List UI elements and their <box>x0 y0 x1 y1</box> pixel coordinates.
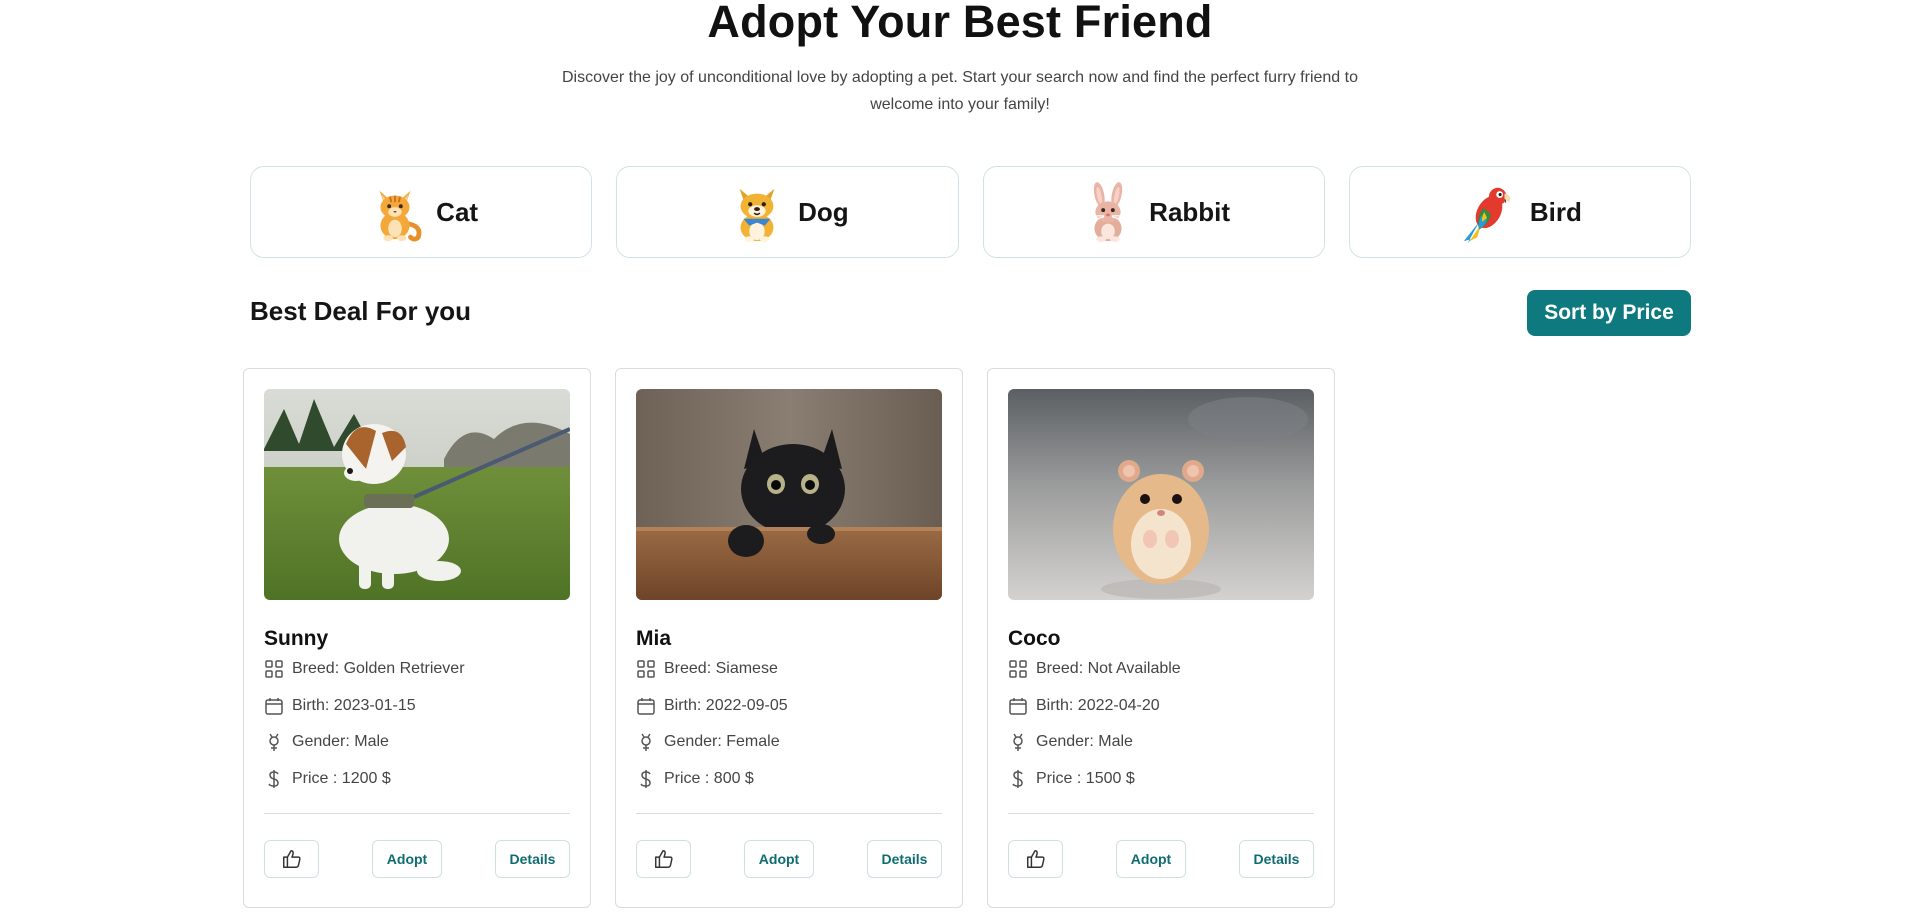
thumbs-up-icon <box>282 850 301 868</box>
section-title: Best Deal For you <box>250 296 472 326</box>
adopt-button[interactable]: Adopt <box>744 840 814 878</box>
category-label: Dog <box>798 196 849 227</box>
calendar-icon <box>637 698 655 715</box>
gender-icon <box>641 733 651 751</box>
card-divider <box>264 813 570 814</box>
breed-text: Breed: Not Available <box>1036 660 1181 677</box>
gender-text: Gender: Female <box>664 733 780 750</box>
details-button[interactable]: Details <box>867 840 942 878</box>
adopt-button[interactable]: Adopt <box>1116 840 1186 878</box>
price-text: Price : 1200 $ <box>292 770 391 787</box>
cat-icon <box>379 190 422 242</box>
card-divider <box>1008 813 1314 814</box>
sort-by-price-button[interactable]: Sort by Price <box>1527 290 1691 336</box>
birth-row: Birth: 2023-01-15 <box>264 696 416 716</box>
calendar-icon <box>265 698 283 715</box>
pet-card: Sunny Breed: Golden Retriever Birth: 202… <box>243 368 591 908</box>
parrot-icon <box>1463 187 1511 243</box>
category-label: Bird <box>1529 196 1582 227</box>
like-button[interactable] <box>1008 840 1063 878</box>
grid-icon <box>637 660 655 678</box>
price-text: Price : 1500 $ <box>1036 770 1135 787</box>
gender-row: Gender: Male <box>1008 732 1133 752</box>
pet-card: Mia Breed: Siamese Birth: 2022-09-05 Gen… <box>615 368 963 908</box>
category-label: Cat <box>436 196 479 227</box>
calendar-icon <box>1009 698 1027 715</box>
breed-row: Breed: Not Available <box>1008 659 1181 679</box>
price-row: Price : 1200 $ <box>264 769 391 789</box>
category-bird[interactable]: Bird <box>1348 166 1691 258</box>
gender-icon <box>1013 733 1023 751</box>
breed-row: Breed: Siamese <box>636 659 778 679</box>
birth-text: Birth: 2022-04-20 <box>1036 697 1160 714</box>
grid-icon <box>265 660 283 678</box>
category-rabbit[interactable]: Rabbit <box>982 166 1325 258</box>
pet-name: Sunny <box>264 627 329 650</box>
card-actions: Adopt Details <box>264 839 570 879</box>
pet-list: Sunny Breed: Golden Retriever Birth: 202… <box>243 368 1335 908</box>
dollar-icon <box>640 770 651 788</box>
gender-icon <box>269 733 279 751</box>
adopt-button[interactable]: Adopt <box>372 840 442 878</box>
birth-row: Birth: 2022-04-20 <box>1008 696 1160 716</box>
dog-photo <box>264 389 570 600</box>
rabbit-icon <box>1094 182 1123 243</box>
price-row: Price : 800 $ <box>636 769 754 789</box>
card-actions: Adopt Details <box>636 839 942 879</box>
gender-text: Gender: Male <box>1036 733 1133 750</box>
gender-row: Gender: Female <box>636 732 780 752</box>
pet-name: Coco <box>1008 627 1061 650</box>
birth-text: Birth: 2022-09-05 <box>664 697 788 714</box>
page-subtitle: Discover the joy of unconditional love b… <box>561 69 1358 113</box>
price-text: Price : 800 $ <box>664 770 754 787</box>
category-dog[interactable]: Dog <box>616 166 959 258</box>
gender-text: Gender: Male <box>292 733 389 750</box>
black-cat-photo <box>636 389 942 600</box>
card-divider <box>636 813 942 814</box>
category-label: Rabbit <box>1149 196 1231 227</box>
gender-row: Gender: Male <box>264 732 389 752</box>
birth-row: Birth: 2022-09-05 <box>636 696 788 716</box>
birth-text: Birth: 2023-01-15 <box>292 697 416 714</box>
thumbs-up-icon <box>1026 850 1045 868</box>
card-actions: Adopt Details <box>1008 839 1314 879</box>
details-button[interactable]: Details <box>1239 840 1314 878</box>
pet-card: Coco Breed: Not Available Birth: 2022-04… <box>987 368 1335 908</box>
grid-icon <box>1009 660 1027 678</box>
category-cat[interactable]: Cat <box>250 166 593 258</box>
like-button[interactable] <box>264 840 319 878</box>
breed-row: Breed: Golden Retriever <box>264 659 465 679</box>
dollar-icon <box>268 770 279 788</box>
category-list: Cat Dog Rabbit Bird <box>250 166 1691 258</box>
hamster-photo <box>1008 389 1314 600</box>
page-title: Adopt Your Best Friend <box>707 0 1213 47</box>
price-row: Price : 1500 $ <box>1008 769 1135 789</box>
breed-text: Breed: Golden Retriever <box>292 660 465 677</box>
dollar-icon <box>1012 770 1023 788</box>
dog-icon <box>739 188 775 243</box>
thumbs-up-icon <box>654 850 673 868</box>
breed-text: Breed: Siamese <box>664 660 778 677</box>
pet-name: Mia <box>636 627 672 650</box>
details-button[interactable]: Details <box>495 840 570 878</box>
like-button[interactable] <box>636 840 691 878</box>
